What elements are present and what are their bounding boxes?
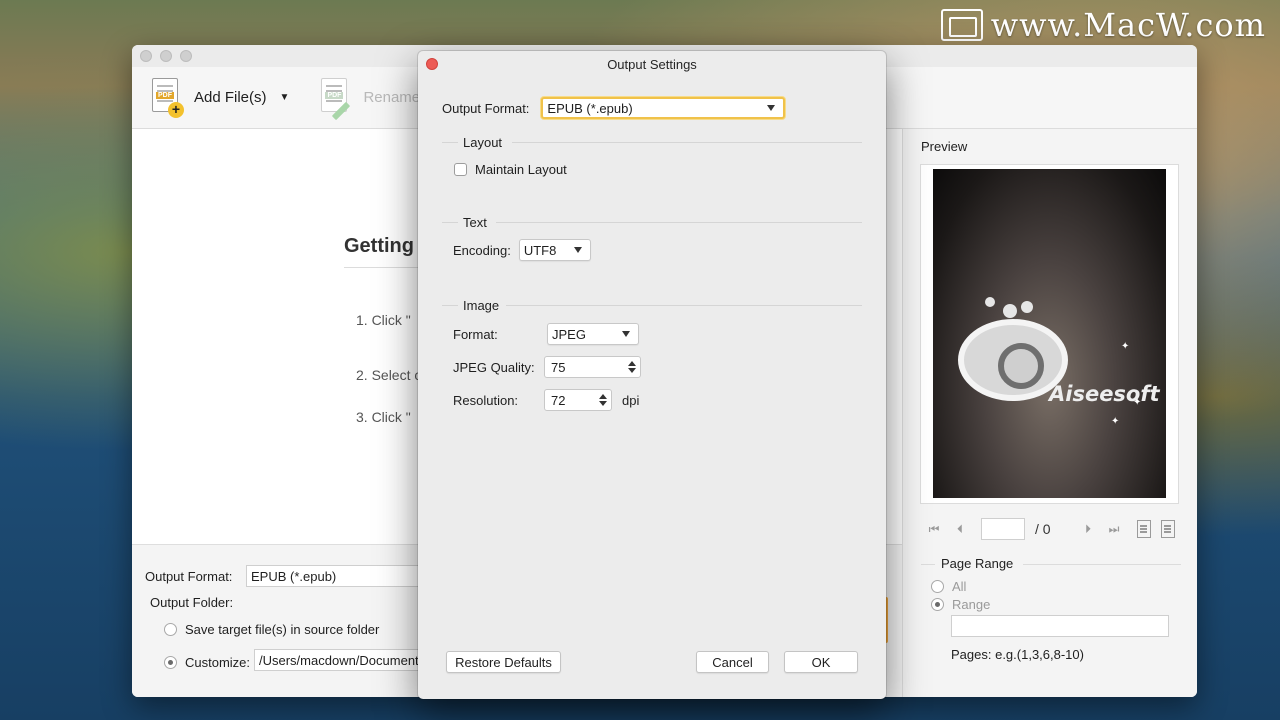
encoding-row: Encoding: UTF8 <box>453 239 591 261</box>
step-3: 3. Click " <box>356 409 411 425</box>
encoding-value: UTF8 <box>523 242 557 258</box>
preview-title: Preview <box>921 139 968 154</box>
range-custom-radio[interactable] <box>931 598 944 611</box>
restore-defaults-button[interactable]: Restore Defaults <box>446 651 561 673</box>
step-2: 2. Select o <box>356 367 423 383</box>
output-format-label: Output Format: <box>145 569 233 584</box>
preview-image: Aiseesoft ✦ ✦ ✦ <box>933 169 1166 498</box>
image-format-row: Format: JPEG <box>453 323 639 345</box>
dropdown-arrow-icon <box>573 247 582 253</box>
dialog-titlebar: Output Settings <box>418 51 886 77</box>
output-format-value: EPUB (*.epub) <box>547 100 633 116</box>
image-format-value: JPEG <box>552 326 586 342</box>
encoding-dropdown[interactable]: UTF8 <box>518 239 591 261</box>
watermark-text: www.MacW.com <box>990 6 1266 44</box>
image-format-label: Format: <box>453 326 498 342</box>
divider <box>344 267 424 268</box>
close-button[interactable] <box>140 50 152 62</box>
output-folder-label: Output Folder: <box>150 595 234 610</box>
cancel-button[interactable]: Cancel <box>696 651 769 673</box>
save-source-label: Save target file(s) in source folder <box>185 622 380 637</box>
preview-frame: Aiseesoft ✦ ✦ ✦ <box>920 164 1179 504</box>
output-format-row: Output Format: EPUB (*.epub) <box>442 97 786 119</box>
jpeg-quality-value: 75 <box>551 359 566 375</box>
add-pdf-icon: PDF + <box>150 77 184 118</box>
document-icon[interactable] <box>1137 520 1151 538</box>
zoom-button[interactable] <box>180 50 192 62</box>
minimize-button[interactable] <box>160 50 172 62</box>
output-settings-dialog: Output Settings Output Format: EPUB (*.e… <box>418 51 886 699</box>
page-range-title: Page Range <box>941 556 1014 571</box>
encoding-label: Encoding: <box>453 242 511 258</box>
pages-hint: Pages: e.g.(1,3,6,8-10) <box>951 647 1084 662</box>
aiseesoft-logo-text: Aiseesoft <box>1049 382 1160 406</box>
output-format-dropdown[interactable]: EPUB (*.epub) <box>541 97 786 119</box>
resolution-label: Resolution: <box>453 392 519 408</box>
resolution-row: Resolution: 72 dpi <box>453 389 639 411</box>
range-all-label: All <box>952 579 967 594</box>
page-range-input[interactable] <box>951 615 1169 637</box>
stepper-arrows-icon[interactable] <box>599 394 607 406</box>
ok-button[interactable]: OK <box>784 651 858 673</box>
add-files-label: Add File(s) <box>194 89 267 106</box>
dialog-close-button[interactable] <box>426 58 438 70</box>
jpeg-quality-label: JPEG Quality: <box>453 359 535 375</box>
last-page-icon[interactable]: ⏭ <box>1101 522 1127 537</box>
page-number-input[interactable] <box>981 518 1025 540</box>
resolution-stepper[interactable]: 72 <box>544 389 612 411</box>
range-custom-label: Range <box>952 597 991 612</box>
document-export-icon[interactable] <box>1161 520 1175 538</box>
macw-watermark: www.MacW.com <box>940 6 1266 44</box>
resolution-value: 72 <box>551 392 566 408</box>
image-format-dropdown[interactable]: JPEG <box>547 323 639 345</box>
previous-page-icon[interactable]: ⏴ <box>947 522 973 537</box>
jpeg-quality-stepper[interactable]: 75 <box>544 356 641 378</box>
save-source-option[interactable]: Save target file(s) in source folder <box>164 622 379 637</box>
text-group-title: Text <box>463 215 487 230</box>
rename-pdf-icon: PDF <box>319 77 353 120</box>
maintain-layout-label: Maintain Layout <box>475 162 567 177</box>
rename-button[interactable]: PDF Rename <box>319 77 421 120</box>
first-page-icon[interactable]: ⏮ <box>921 522 947 537</box>
image-group-title: Image <box>463 298 500 313</box>
range-all-option[interactable]: All <box>931 579 966 594</box>
preview-pane: Preview Aiseesoft ✦ ✦ ✦ ⏮ ⏴ / 0 ⏵ ⏭ Page… <box>902 129 1197 697</box>
dialog-output-format-label: Output Format: <box>442 100 530 116</box>
dialog-title: Output Settings <box>607 56 697 72</box>
monitor-icon <box>940 9 983 41</box>
step-1: 1. Click " <box>356 312 411 328</box>
output-format-select[interactable]: EPUB (*.epub) <box>246 565 446 587</box>
save-source-radio[interactable] <box>164 623 177 636</box>
stepper-arrows-icon[interactable] <box>628 361 636 373</box>
add-files-button[interactable]: PDF + Add File(s) ▼ <box>150 77 290 118</box>
range-custom-option[interactable]: Range <box>931 597 990 612</box>
maintain-layout-option[interactable]: Maintain Layout <box>454 162 567 177</box>
dropdown-arrow-icon <box>767 105 776 111</box>
caret-down-icon[interactable]: ▼ <box>280 92 290 103</box>
range-all-radio[interactable] <box>931 580 944 593</box>
layout-group-title: Layout <box>463 135 503 150</box>
getting-started-heading: Getting <box>344 235 414 257</box>
page-total: / 0 <box>1035 521 1051 537</box>
rename-label: Rename <box>363 89 421 106</box>
page-navigation: ⏮ ⏴ / 0 ⏵ ⏭ <box>921 517 1181 541</box>
maintain-layout-checkbox[interactable] <box>454 163 467 176</box>
customize-radio[interactable] <box>164 656 177 669</box>
dropdown-arrow-icon <box>622 331 630 337</box>
jpeg-quality-row: JPEG Quality: 75 <box>453 356 641 378</box>
resolution-unit: dpi <box>622 392 640 408</box>
customize-option[interactable]: Customize: <box>164 655 250 670</box>
customize-label: Customize: <box>185 655 251 670</box>
next-page-icon[interactable]: ⏵ <box>1075 522 1101 537</box>
